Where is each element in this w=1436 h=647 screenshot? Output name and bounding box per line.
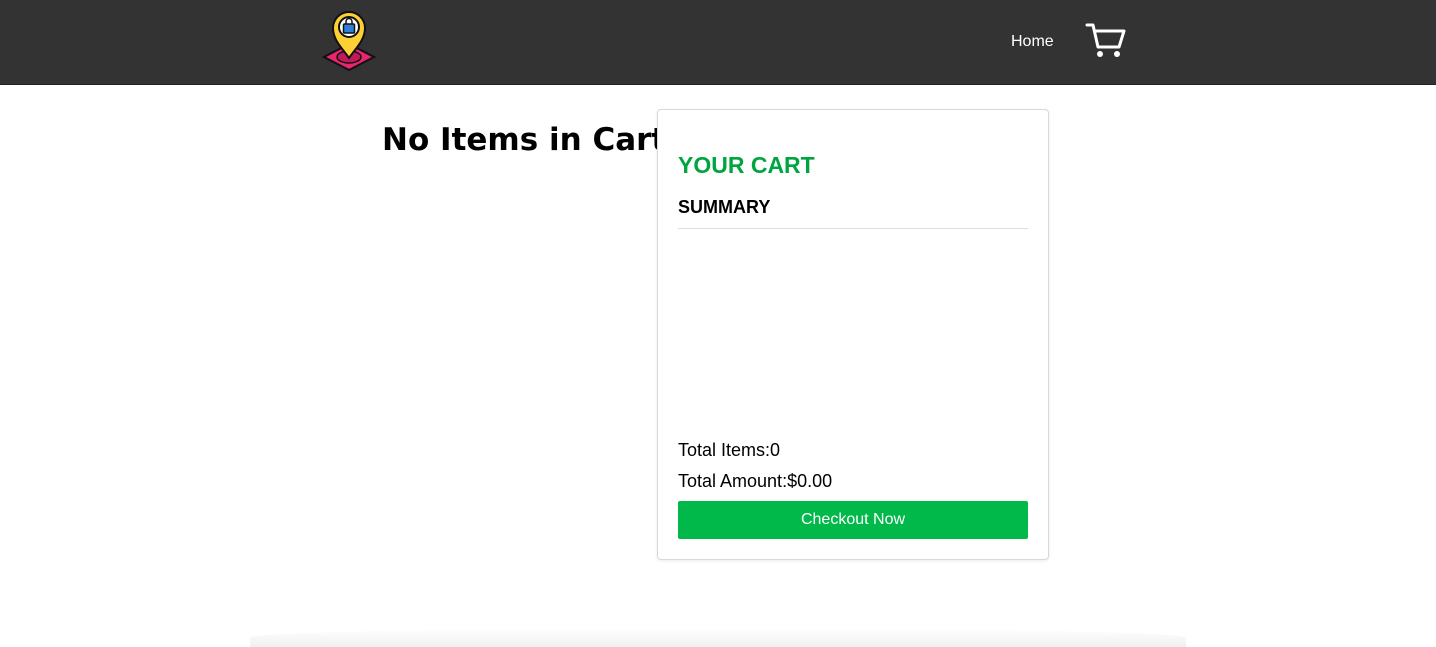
total-items-value: 0 bbox=[770, 440, 781, 460]
cart-summary-card: YOUR CART SUMMARY Total Items:0 Total Am… bbox=[657, 109, 1049, 560]
total-amount: Total Amount:$0.00 bbox=[678, 469, 832, 493]
total-items-label: Total Items: bbox=[678, 440, 771, 460]
nav-home-link[interactable]: Home bbox=[1011, 32, 1054, 52]
total-amount-label: Total Amount: bbox=[678, 471, 788, 491]
shopping-cart-icon[interactable] bbox=[1085, 21, 1127, 59]
empty-cart-message: No Items in Cart bbox=[382, 122, 667, 158]
summary-heading: SUMMARY bbox=[678, 197, 771, 217]
total-amount-value: $0.00 bbox=[787, 471, 833, 491]
footer-shadow bbox=[250, 628, 1186, 647]
summary-divider bbox=[678, 228, 1028, 229]
cart-heading: YOUR CART bbox=[678, 152, 815, 178]
total-items: Total Items:0 bbox=[678, 438, 780, 462]
map-pin-logo-icon[interactable] bbox=[321, 8, 377, 74]
checkout-button[interactable]: Checkout Now bbox=[678, 501, 1028, 539]
top-navbar: Home bbox=[0, 0, 1436, 85]
